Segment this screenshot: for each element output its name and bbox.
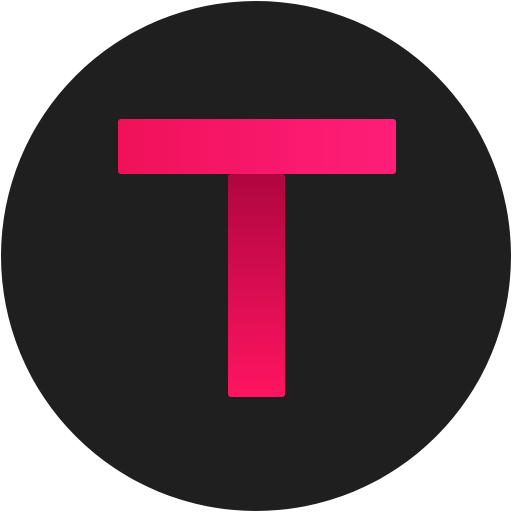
letter-t-logo-icon — [1, 1, 511, 511]
app-icon — [0, 0, 512, 512]
letter-t-crossbar — [118, 119, 396, 174]
letter-t-stem — [228, 174, 285, 397]
